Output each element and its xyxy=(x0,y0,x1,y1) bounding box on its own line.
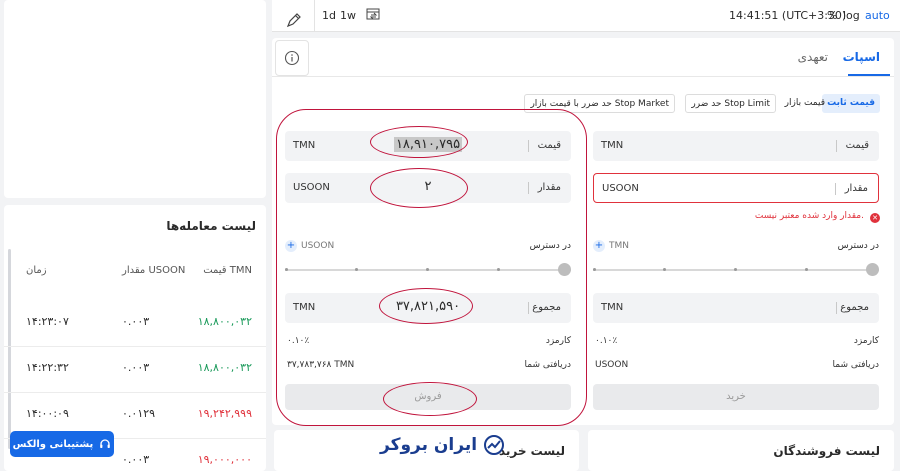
toolbar-divider xyxy=(314,0,315,32)
buy-amount-slider[interactable] xyxy=(593,263,879,277)
percent-toggle[interactable]: % xyxy=(827,9,837,22)
compare-icon[interactable] xyxy=(366,7,380,21)
annotation-oval-amount xyxy=(370,168,468,208)
annotation-oval-price xyxy=(370,126,468,158)
chart-toolbar: 1d 1w 14:41:51 (UTC+3:30) % log auto xyxy=(272,0,900,32)
table-row: ۱۴:۲۲:۳۲ ۰.۰۰۳ ۱۸,۸۰۰,۰۳۲ xyxy=(4,347,266,393)
support-button[interactable]: پشتیبانی والکس xyxy=(10,431,114,457)
buy-amount-field[interactable]: USOON مقدار xyxy=(593,173,879,203)
interval-1d[interactable]: 1d xyxy=(322,9,336,22)
slider-handle[interactable] xyxy=(866,263,879,276)
order-type-limit[interactable]: قیمت ثابت xyxy=(822,94,880,113)
buy-total-field[interactable]: TMN مجموع xyxy=(593,293,879,323)
tab-margin[interactable]: تعهدی xyxy=(798,50,828,64)
buy-button[interactable]: خرید xyxy=(593,384,879,410)
header-price: قیمت TMN xyxy=(203,265,252,276)
interval-1w[interactable]: 1w xyxy=(340,9,356,22)
tabs-divider xyxy=(272,76,894,77)
info-icon xyxy=(284,50,300,66)
buy-fee: ۰.۱۰٪ کارمزد xyxy=(595,336,879,346)
buy-available: + TMN در دسترس xyxy=(593,240,879,252)
sell-list-card: لیست فروشندگان xyxy=(588,430,894,471)
order-type-stop-limit[interactable]: حد ضرر Stop Limit xyxy=(685,94,776,113)
error-icon: ✕ xyxy=(870,213,880,223)
left-top-panel xyxy=(4,0,266,198)
add-funds-icon[interactable]: + xyxy=(593,240,605,252)
header-amount: مقدار USOON xyxy=(122,265,186,276)
trades-header: زمان مقدار USOON قیمت TMN xyxy=(4,265,266,285)
trades-title: لیست معامله‌ها xyxy=(166,219,256,233)
auto-toggle[interactable]: auto xyxy=(865,9,890,22)
pencil-icon[interactable] xyxy=(286,12,302,28)
buy-receive: USOON دریافتی شما xyxy=(595,360,879,370)
annotation-oval-sell xyxy=(383,382,477,416)
table-row: ۱۴:۲۳:۰۷ ۰.۰۰۳ ۱۸,۸۰۰,۰۳۲ xyxy=(4,301,266,347)
log-toggle[interactable]: log xyxy=(843,9,860,22)
buy-amount-error: مقدار وارد شده معتبر نیست. xyxy=(754,211,864,221)
order-type-market[interactable]: قیمت بازار xyxy=(780,94,830,113)
tab-spot[interactable]: اسپات xyxy=(843,50,880,64)
annotation-oval-total xyxy=(379,288,473,324)
header-time: زمان xyxy=(26,265,47,276)
logo-icon xyxy=(484,435,505,455)
info-button[interactable] xyxy=(275,40,309,76)
buy-price-field[interactable]: TMN قیمت xyxy=(593,131,879,161)
watermark-logo: ایران بروکر xyxy=(380,430,505,460)
headset-icon xyxy=(100,439,111,448)
